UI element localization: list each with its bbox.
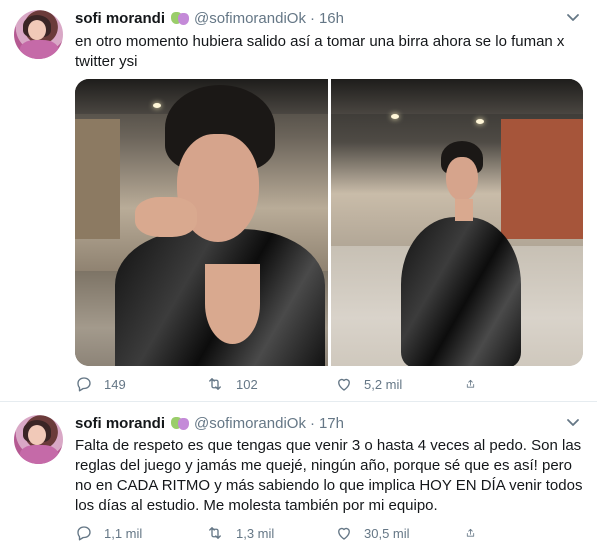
retweet-button[interactable]: 102: [205, 374, 335, 394]
avatar-body: [20, 445, 58, 464]
avatar-face: [28, 20, 46, 40]
reply-button[interactable]: 149: [75, 374, 205, 394]
tweet-actions: 1,1 mil 1,3 mil 30,5 mil: [75, 523, 487, 543]
share-icon: [466, 379, 475, 388]
avatar-face: [28, 425, 46, 445]
display-name[interactable]: sofi morandi: [75, 415, 165, 432]
tweet-header: sofi morandi @sofimorandiOk · 16h: [75, 8, 344, 28]
chevron-down-icon[interactable]: [566, 13, 580, 23]
reply-count: 149: [104, 376, 126, 392]
separator-dot: ·: [309, 9, 315, 27]
share-button[interactable]: [465, 374, 487, 394]
timestamp[interactable]: 17h: [319, 415, 344, 432]
tweet-header: sofi morandi @sofimorandiOk · 17h: [75, 413, 344, 433]
photo-2[interactable]: [330, 79, 583, 366]
retweet-count: 1,3 mil: [236, 525, 275, 541]
avatar[interactable]: [14, 415, 63, 464]
reply-button[interactable]: 1,1 mil: [75, 523, 205, 543]
chevron-down-icon[interactable]: [566, 418, 580, 428]
heart-icon: [338, 378, 350, 391]
timestamp[interactable]: 16h: [319, 10, 344, 27]
reply-icon: [77, 526, 91, 541]
retweet-icon: [209, 378, 221, 390]
like-count: 30,5 mil: [364, 525, 410, 541]
retweet-button[interactable]: 1,3 mil: [205, 523, 335, 543]
user-handle[interactable]: @sofimorandiOk: [194, 415, 306, 432]
theater-masks-emoji: [171, 11, 190, 25]
photo-1[interactable]: [75, 79, 328, 366]
tweet[interactable]: sofi morandi @sofimorandiOk · 16h en otr…: [0, 0, 597, 402]
like-count: 5,2 mil: [364, 376, 403, 392]
tweet-media[interactable]: [75, 79, 583, 366]
display-name[interactable]: sofi morandi: [75, 10, 165, 27]
retweet-icon: [209, 527, 221, 539]
tweet-text: Falta de respeto es que tengas que venir…: [75, 437, 583, 514]
tweet-actions: 149 102 5,2 mil: [75, 374, 487, 394]
share-button[interactable]: [465, 523, 487, 543]
theater-masks-emoji: [171, 416, 190, 430]
reply-icon: [77, 377, 91, 392]
like-button[interactable]: 5,2 mil: [335, 374, 465, 394]
user-handle[interactable]: @sofimorandiOk: [194, 10, 306, 27]
avatar-body: [20, 40, 58, 59]
tweet[interactable]: sofi morandi @sofimorandiOk · 17h Falta …: [0, 403, 597, 552]
heart-icon: [338, 527, 350, 540]
share-icon: [466, 528, 475, 537]
avatar[interactable]: [14, 10, 63, 59]
like-button[interactable]: 30,5 mil: [335, 523, 465, 543]
tweet-text: en otro momento hubiera salido así a tom…: [75, 33, 565, 70]
retweet-count: 102: [236, 376, 258, 392]
separator-dot: ·: [309, 414, 315, 432]
reply-count: 1,1 mil: [104, 525, 143, 541]
